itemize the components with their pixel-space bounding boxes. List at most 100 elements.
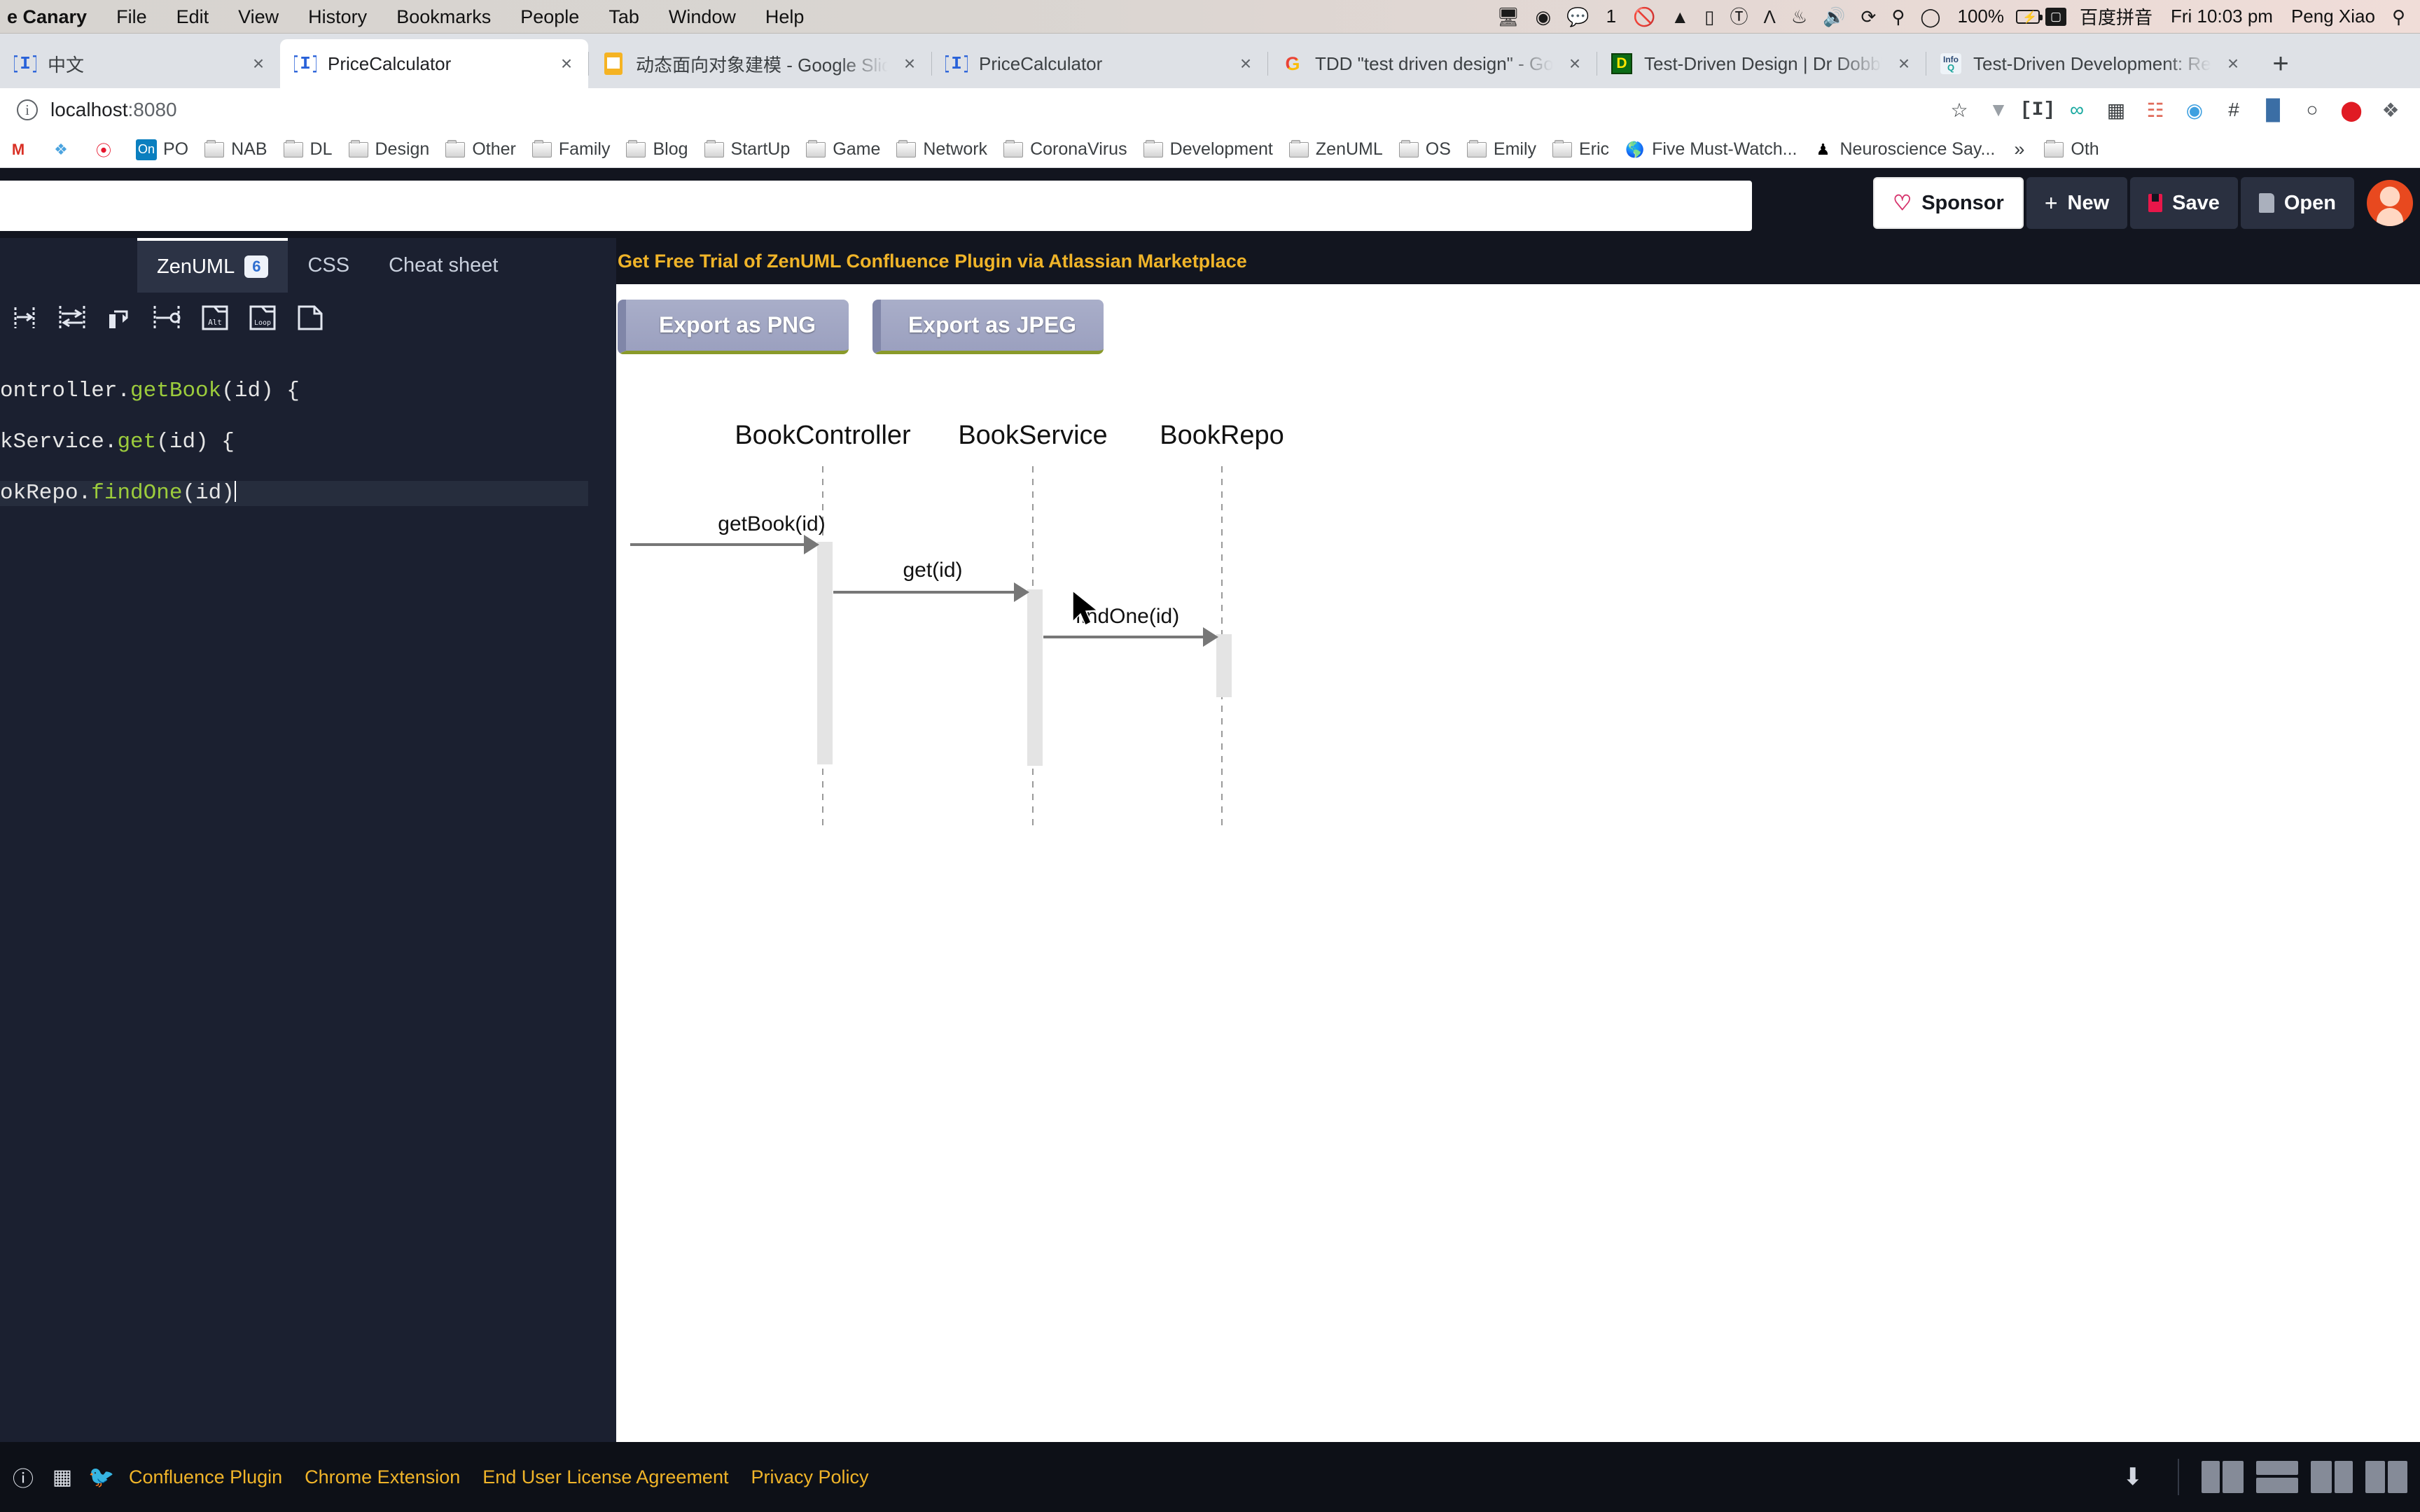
menu-tab[interactable]: Tab xyxy=(594,0,654,34)
bookmark-item-eric[interactable]: Eric xyxy=(1544,139,1617,160)
tab-zenuml[interactable]: ZenUML 6 xyxy=(137,238,288,293)
current-user[interactable]: Peng Xiao xyxy=(2282,6,2384,27)
battery-icon[interactable]: ⚡ xyxy=(2016,9,2043,24)
bookmark-item[interactable]: ⦿ xyxy=(85,139,128,160)
menu-view[interactable]: View xyxy=(223,0,293,34)
footer-link-privacy-policy[interactable]: Privacy Policy xyxy=(739,1466,879,1488)
bookmark-item-zenuml[interactable]: ZenUML xyxy=(1281,139,1391,160)
menu-edit[interactable]: Edit xyxy=(162,0,224,34)
browser-tab[interactable]: [I] PriceCalculator × xyxy=(931,39,1267,88)
info-circle-icon[interactable]: i xyxy=(17,99,38,120)
alt-fragment-icon[interactable]: Alt xyxy=(193,298,237,337)
tab-close-button[interactable]: × xyxy=(1563,52,1587,76)
address-bar[interactable]: localhost:8080 xyxy=(50,99,177,121)
tab-close-button[interactable]: × xyxy=(1234,52,1258,76)
open-button[interactable]: Open xyxy=(2240,177,2354,229)
footer-link-confluence-plugin[interactable]: Confluence Plugin xyxy=(118,1466,293,1488)
new-button[interactable]: + New xyxy=(2026,177,2128,229)
pocket-icon[interactable]: ◉ xyxy=(2175,90,2214,130)
input-method-icon[interactable]: ▢ xyxy=(2045,7,2066,26)
location-icon[interactable]: ○ xyxy=(2293,90,2332,130)
timemachine-icon[interactable]: ⟳ xyxy=(1854,0,1884,34)
footer-link-eula[interactable]: End User License Agreement xyxy=(471,1466,739,1488)
menu-bookmarks[interactable]: Bookmarks xyxy=(382,0,506,34)
tab-close-button[interactable]: × xyxy=(555,52,578,76)
input-method-label[interactable]: 百度拼音 xyxy=(2071,4,2162,29)
sitemap-icon[interactable]: ☷ xyxy=(2136,90,2175,130)
opera-icon[interactable]: ⬤ xyxy=(2332,90,2371,130)
browser-tab[interactable]: 动态面向对象建模 - Google Slid × xyxy=(588,39,931,88)
sponsor-button[interactable]: ♡ Sponsor xyxy=(1873,177,2024,229)
layout-top-icon[interactable] xyxy=(2256,1461,2298,1493)
tab-close-button[interactable]: × xyxy=(898,52,922,76)
twitter-icon[interactable]: 🐦 xyxy=(85,1461,118,1493)
creation-message-icon[interactable] xyxy=(146,298,189,337)
menu-file[interactable]: File xyxy=(102,0,162,34)
bookmark-item[interactable]: ❖ xyxy=(43,139,85,160)
layout-left-icon[interactable] xyxy=(2202,1461,2244,1493)
browser-tab[interactable]: D Test-Driven Design | Dr Dobb's × xyxy=(1597,39,1926,88)
clock[interactable]: Fri 10:03 pm xyxy=(2162,6,2282,27)
analytics-icon[interactable]: █ xyxy=(2253,90,2293,130)
menu-people[interactable]: People xyxy=(506,0,594,34)
browser-tab[interactable]: [I] 中文 × xyxy=(0,39,280,88)
bookmark-item-emily[interactable]: Emily xyxy=(1459,139,1544,160)
zenuml-icon[interactable]: [I] xyxy=(2018,90,2057,130)
messages-icon[interactable]: 💬 xyxy=(1559,0,1597,34)
browser-tab[interactable]: G TDD "test driven design" - Goo × xyxy=(1267,39,1597,88)
extensions-icon[interactable]: ❖ xyxy=(2371,90,2410,130)
infinity-icon[interactable]: ◉ xyxy=(1528,0,1559,34)
bookmark-item-startup[interactable]: StartUp xyxy=(696,139,798,160)
wifi-icon[interactable]: ◯ xyxy=(1912,0,1948,34)
sync-message-icon[interactable] xyxy=(3,298,46,337)
bookmark-item-family[interactable]: Family xyxy=(524,139,618,160)
export-png-button[interactable]: Export as PNG xyxy=(618,300,849,354)
loop-fragment-icon[interactable]: Loop xyxy=(241,298,284,337)
bookmark-item-five-must-watch[interactable]: 🌎 Five Must-Watch... xyxy=(1617,139,1804,160)
bookmark-item-other[interactable]: Other xyxy=(437,139,524,160)
browser-tab[interactable]: Info Q Test-Driven Development: Rea × xyxy=(1926,39,2255,88)
hash-icon[interactable]: # xyxy=(2214,90,2253,130)
tab-close-button[interactable]: × xyxy=(1892,52,1916,76)
menu-help[interactable]: Help xyxy=(751,0,819,34)
infinity-icon[interactable]: ∞ xyxy=(2057,90,2096,130)
tab-close-button[interactable]: × xyxy=(246,52,270,76)
new-file-icon[interactable] xyxy=(288,298,332,337)
bookmark-item-development[interactable]: Development xyxy=(1135,139,1281,160)
device-icon[interactable]: ▯ xyxy=(1697,0,1722,34)
no-entry-icon[interactable]: 🚫 xyxy=(1625,0,1663,34)
promo-banner[interactable]: Get Free Trial of ZenUML Confluence Plug… xyxy=(616,238,2420,284)
async-message-icon[interactable] xyxy=(50,298,94,337)
diagram-title-input[interactable]: tor xyxy=(0,181,1752,231)
video-download-icon[interactable]: ▼ xyxy=(1979,90,2018,130)
keyboard-icon[interactable]: ▦ xyxy=(46,1461,78,1493)
menu-history[interactable]: History xyxy=(293,0,382,34)
save-button[interactable]: Save xyxy=(2130,177,2238,229)
menu-window[interactable]: Window xyxy=(654,0,751,34)
tab-cheat-sheet[interactable]: Cheat sheet xyxy=(369,238,517,293)
code-content[interactable]: ontroller.getBook(id) { kService.get(id)… xyxy=(0,343,616,558)
display-icon[interactable]: 🖥 xyxy=(1489,0,1528,34)
help-icon[interactable]: ⓘ xyxy=(7,1461,39,1493)
bookmark-item-nab[interactable]: NAB xyxy=(196,139,274,160)
tab-css[interactable]: CSS xyxy=(288,238,369,293)
bookmark-item[interactable]: M xyxy=(0,139,43,160)
menubar-app-name[interactable]: e Canary xyxy=(3,0,102,34)
bookmarks-overflow-button[interactable]: » xyxy=(2003,139,2036,160)
bookmark-item-neuroscience[interactable]: ♟ Neuroscience Say... xyxy=(1805,139,2003,160)
bluetooth-icon[interactable]: ⚲ xyxy=(1884,0,1912,34)
star-icon[interactable]: ☆ xyxy=(1940,90,1979,130)
tab-close-button[interactable]: × xyxy=(2221,52,2245,76)
shield-icon[interactable]: Ⓣ xyxy=(1722,0,1755,34)
bookmark-item-os[interactable]: OS xyxy=(1391,139,1459,160)
reply-message-icon[interactable] xyxy=(98,298,141,337)
bookmark-item-network[interactable]: Network xyxy=(888,139,995,160)
browser-tab-active[interactable]: [I] PriceCalculator × xyxy=(280,39,588,88)
bookmark-item-overflow-trailing[interactable]: Oth xyxy=(2036,139,2106,160)
export-jpeg-button[interactable]: Export as JPEG xyxy=(872,300,1104,354)
layout-split-icon[interactable] xyxy=(2365,1461,2407,1493)
spotlight-icon[interactable]: ⚲ xyxy=(2384,0,2413,34)
bookmark-item-design[interactable]: Design xyxy=(340,139,438,160)
layout-right-icon[interactable] xyxy=(2311,1461,2353,1493)
footer-link-chrome-extension[interactable]: Chrome Extension xyxy=(293,1466,471,1488)
